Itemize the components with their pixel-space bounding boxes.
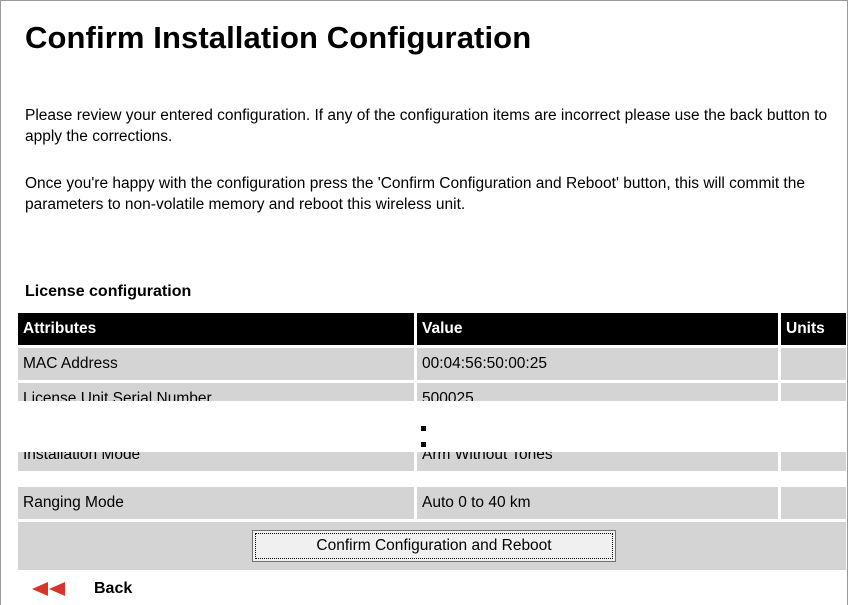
column-header-units: Units [781, 313, 846, 345]
row-value: Auto 0 to 40 km [417, 487, 778, 519]
confirm-configuration-reboot-button[interactable]: Confirm Configuration and Reboot [252, 530, 616, 562]
page-title: Confirm Installation Configuration [25, 20, 532, 55]
row-value: Arm Without Tones [417, 452, 778, 471]
action-bar: Confirm Configuration and Reboot [18, 522, 846, 570]
row-units [781, 487, 846, 519]
double-left-arrow-icon [32, 582, 65, 596]
table-header-row: Attributes Value Units [18, 313, 846, 345]
row-value: 00:04:56:50:00:25 [417, 348, 778, 380]
column-header-attributes: Attributes [18, 313, 414, 345]
row-units [781, 348, 846, 380]
table-row: License Unit Serial Number 500025 [18, 383, 846, 401]
row-attribute: MAC Address [18, 348, 414, 380]
intro-paragraph-review: Please review your entered configuration… [25, 107, 828, 145]
omission-dot [421, 442, 426, 447]
row-attribute: License Unit Serial Number [18, 383, 414, 401]
table-row: Ranging Mode Auto 0 to 40 km [18, 487, 846, 519]
row-value: 500025 [417, 383, 778, 401]
back-link[interactable]: Back [32, 580, 132, 598]
row-attribute: Installation Mode [18, 452, 414, 471]
omission-dot [421, 426, 426, 431]
row-units [781, 452, 846, 471]
table-row: Installation Mode Arm Without Tones [18, 452, 846, 471]
intro-paragraph-confirm: Once you're happy with the configuration… [25, 175, 805, 213]
row-units [781, 383, 846, 401]
back-label: Back [94, 580, 133, 597]
row-attribute: Ranging Mode [18, 487, 414, 519]
table-row: MAC Address 00:04:56:50:00:25 [18, 348, 846, 380]
license-section-title: License configuration [25, 283, 192, 300]
column-header-value: Value [417, 313, 778, 345]
